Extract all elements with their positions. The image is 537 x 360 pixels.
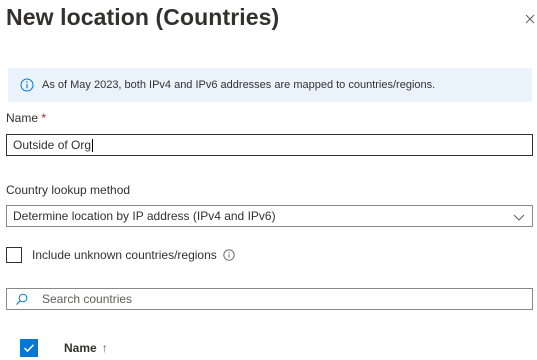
info-icon[interactable] <box>223 249 235 261</box>
close-icon[interactable] <box>523 12 537 26</box>
table-header: Name ↑ <box>20 339 108 357</box>
chevron-down-icon <box>512 210 526 224</box>
text-caret <box>92 138 94 152</box>
required-marker: * <box>41 111 47 125</box>
search-icon <box>15 293 28 306</box>
info-banner-text: As of May 2023, both IPv4 and IPv6 addre… <box>42 79 436 91</box>
unknown-countries-row: Include unknown countries/regions <box>6 246 235 264</box>
select-all-checkbox[interactable] <box>20 339 38 357</box>
info-icon <box>20 78 34 92</box>
search-input[interactable]: Search countries <box>6 288 533 310</box>
name-label-text: Name <box>6 111 39 125</box>
lookup-method-label: Country lookup method <box>6 183 131 197</box>
column-header-name[interactable]: Name <box>64 341 97 355</box>
new-location-panel: New location (Countries) As of May 2023,… <box>0 0 537 360</box>
name-field[interactable]: Outside of Org <box>6 134 533 156</box>
unknown-countries-checkbox[interactable] <box>6 247 22 263</box>
unknown-countries-label: Include unknown countries/regions <box>32 248 217 262</box>
name-label: Name * <box>6 111 46 125</box>
sort-ascending-icon[interactable]: ↑ <box>102 341 108 355</box>
lookup-method-selected: Determine location by IP address (IPv4 a… <box>13 209 276 223</box>
info-banner: As of May 2023, both IPv4 and IPv6 addre… <box>8 68 532 102</box>
page-title: New location (Countries) <box>6 4 280 30</box>
search-placeholder: Search countries <box>42 292 133 306</box>
name-field-value: Outside of Org <box>13 138 92 152</box>
lookup-method-dropdown[interactable]: Determine location by IP address (IPv4 a… <box>6 205 533 227</box>
